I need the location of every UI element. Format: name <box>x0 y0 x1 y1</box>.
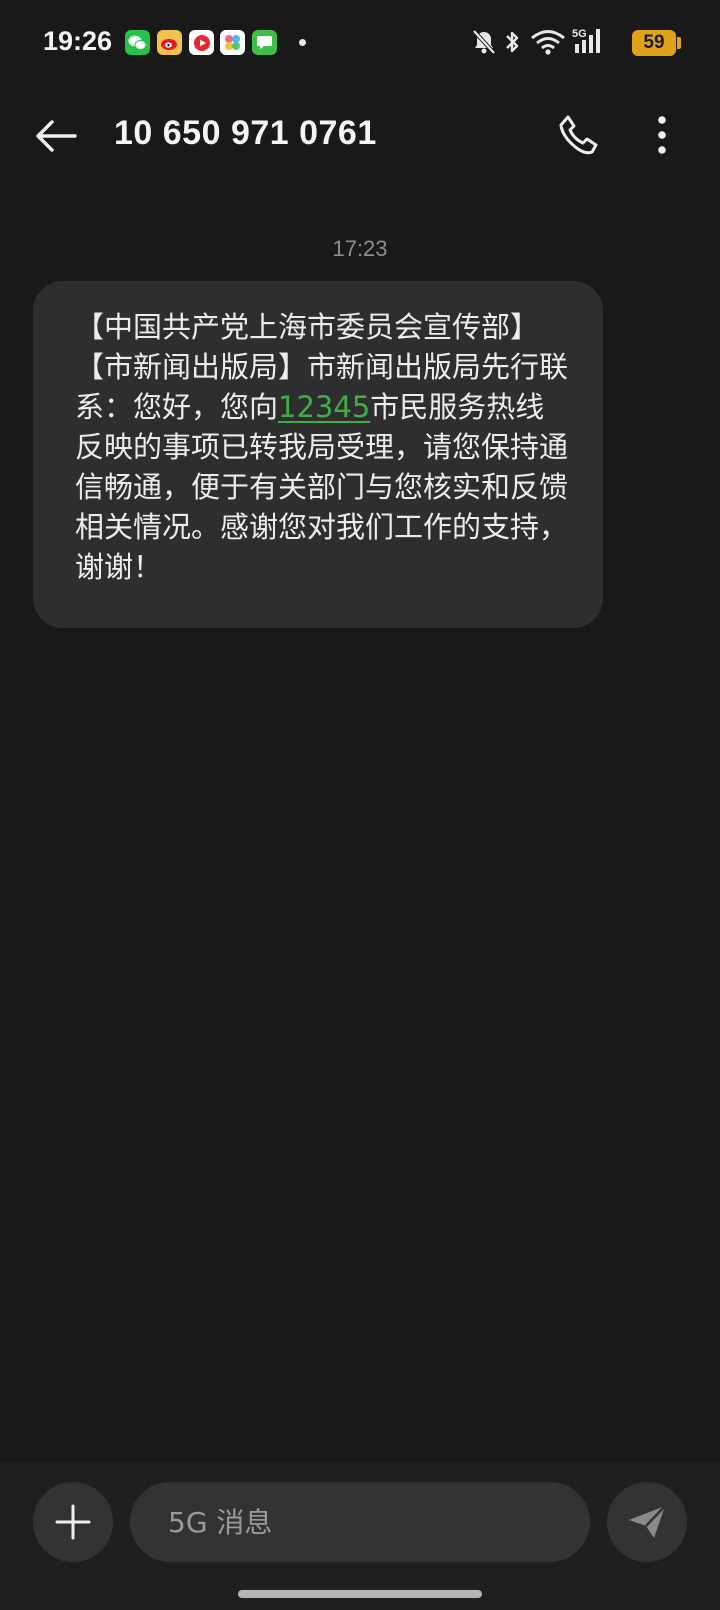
more-options-button[interactable] <box>640 106 684 164</box>
video-app-icon <box>189 30 214 55</box>
bluetooth-icon <box>503 28 521 60</box>
arrow-left-icon <box>36 120 77 152</box>
call-button[interactable] <box>549 106 607 164</box>
back-button[interactable] <box>28 111 84 161</box>
messages-app-icon <box>252 30 277 55</box>
add-attachment-button[interactable] <box>33 1482 113 1562</box>
weibo-icon <box>157 30 182 55</box>
battery-cap <box>677 37 681 49</box>
phone-icon <box>559 115 598 155</box>
status-bar: 19:26 5G 59 <box>0 0 720 86</box>
signal-icon: 5G <box>571 26 607 60</box>
sms-conversation-screen: 19:26 5G 59 10 650 971 0761 17:23 【中国共产党… <box>0 0 720 1610</box>
message-input[interactable] <box>130 1482 590 1562</box>
message-text: 【中国共产党上海市委员会宣传部】【市新闻出版局】市新闻出版局先行联系：您好，您向… <box>75 307 573 587</box>
wechat-icon <box>125 30 150 55</box>
message-composer <box>0 1463 720 1610</box>
contact-number: 10 650 971 0761 <box>114 114 377 152</box>
message-timestamp: 17:23 <box>332 236 388 261</box>
home-indicator[interactable] <box>238 1590 482 1598</box>
message-bubble[interactable]: 【中国共产党上海市委员会宣传部】【市新闻出版局】市新闻出版局先行联系：您好，您向… <box>33 281 603 628</box>
conversation-header: 10 650 971 0761 <box>0 86 720 186</box>
battery-indicator: 59 <box>632 30 676 56</box>
gallery-app-icon <box>220 30 245 55</box>
more-vertical-icon <box>658 116 666 154</box>
network-type-label: 5G <box>572 28 587 40</box>
phone-number-link[interactable]: 12345 <box>278 390 370 424</box>
wifi-icon <box>530 28 566 60</box>
mute-icon <box>471 28 497 60</box>
send-icon <box>629 1505 666 1538</box>
plus-icon <box>55 1504 91 1540</box>
more-notifications-dot <box>299 39 306 46</box>
send-button[interactable] <box>607 1482 687 1562</box>
status-time: 19:26 <box>43 26 113 56</box>
